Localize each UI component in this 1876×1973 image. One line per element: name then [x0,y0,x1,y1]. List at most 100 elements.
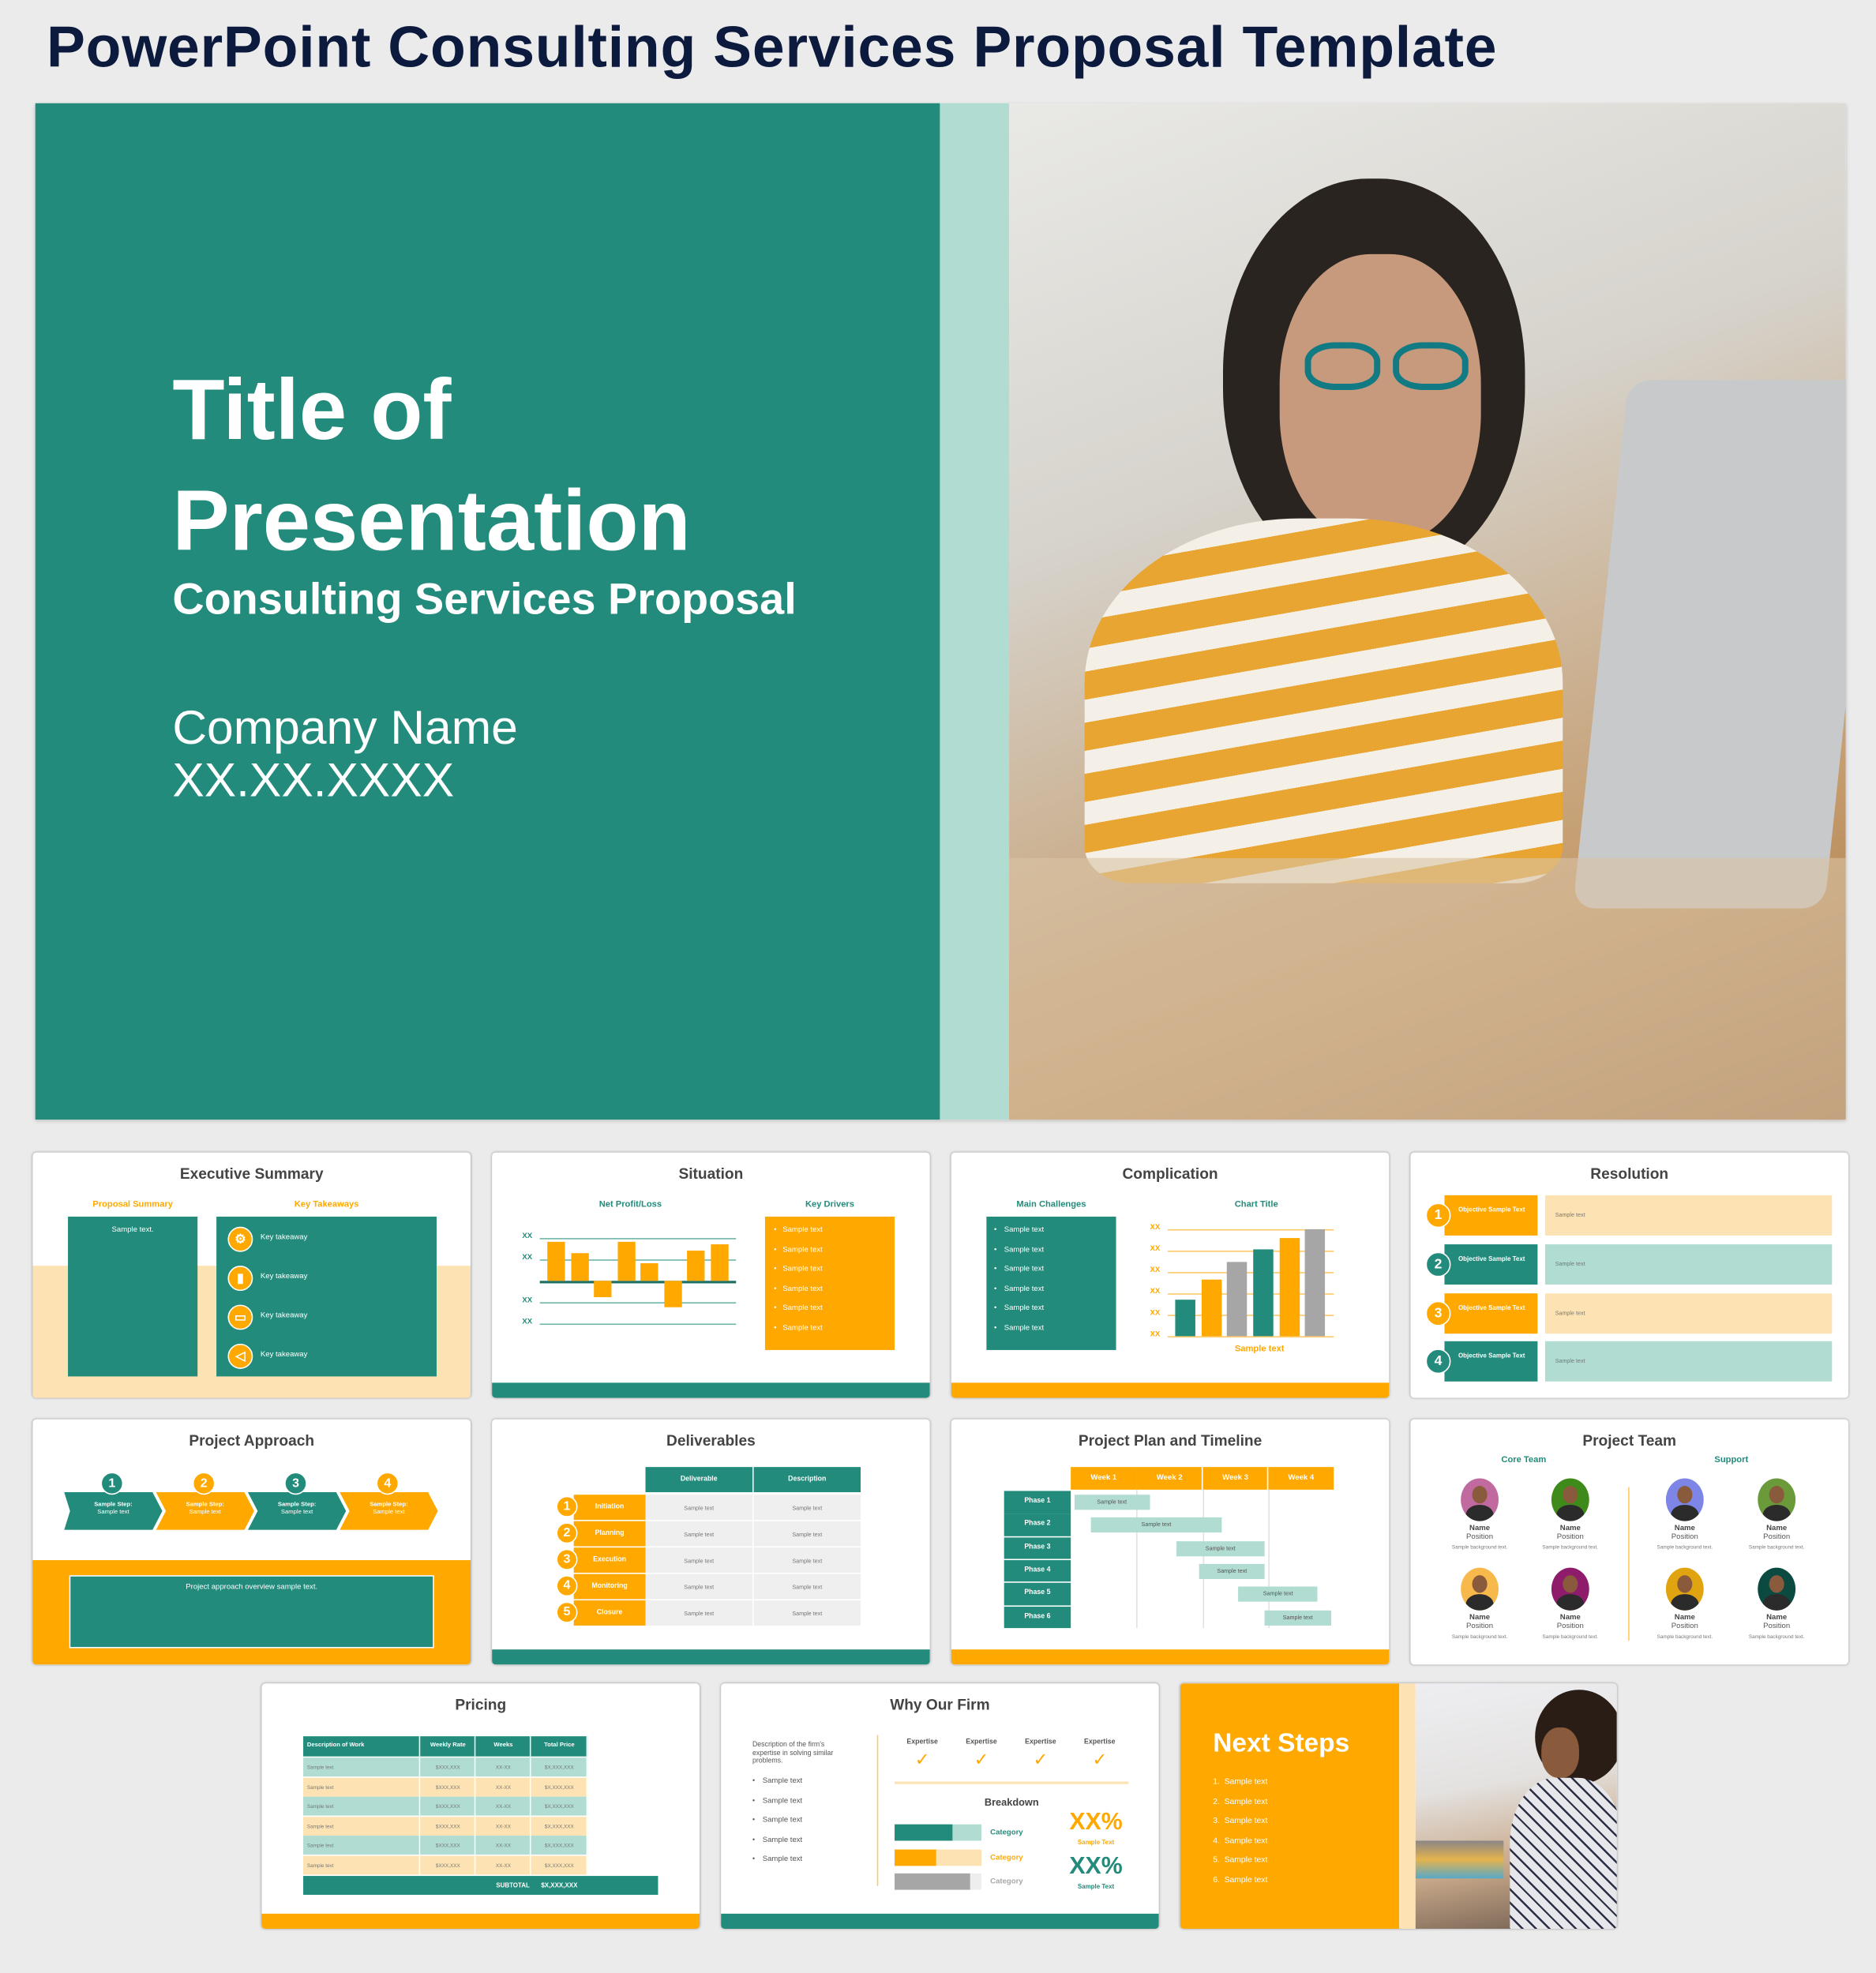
accent-band [1399,1683,1416,1929]
cell-text: Sample text [792,1504,823,1511]
proposal-text: Sample text. [111,1226,154,1235]
step-number: 3 [1425,1300,1451,1326]
cell-text: $XXX,XXX [435,1784,460,1791]
main-challenges-label: Main Challenges [1016,1200,1086,1210]
slide-thumb-project-team[interactable]: Project Team Core Team Name Position Sample … [1410,1419,1848,1665]
cell-text: Sample text [306,1862,334,1869]
person-silhouette [1563,1575,1578,1593]
slide-thumb-deliverables[interactable]: Deliverables Deliverable Description Initia… [492,1419,930,1665]
member-name: Name [1674,1614,1695,1622]
member-position: Position [1466,1622,1494,1631]
slide-title: Complication [1122,1165,1218,1183]
bullet: • [774,1246,777,1255]
member-bio: Sample background text. [1657,1544,1713,1551]
member-bio: Sample background text. [1542,1544,1599,1551]
cell-text: Sample text [792,1610,823,1617]
presentation-icon: ▭ [227,1304,253,1330]
avatar [1665,1567,1704,1611]
gridline [1167,1336,1334,1337]
bullet: • [752,1777,756,1786]
avatar [1461,1478,1499,1521]
phase-name: Phase 4 [1024,1566,1051,1574]
header-label: Description of Work [306,1742,365,1750]
cell-text: XX-XX [495,1784,512,1791]
avatar [1551,1567,1589,1611]
bullet-item: Sample text [762,1836,803,1844]
slide-thumb-next-steps[interactable]: Next Steps 1. Sample text 2. Sample text 3.… [1180,1683,1617,1929]
challenge-item: Sample text [1004,1266,1045,1274]
challenge-item: Sample text [1004,1305,1045,1313]
y-tick-label: XX [522,1318,533,1326]
accent-band [940,103,1010,1120]
slide-thumb-why-our-firm[interactable]: Why Our Firm Description of the firm's ex… [721,1683,1159,1929]
step-number: 4 [376,1472,400,1495]
member-name: Name [1469,1525,1491,1533]
cell-text: $X,XXX,XXX [544,1764,574,1771]
title-slide-preview[interactable]: Title of Presentation Consulting Services… [35,103,1846,1120]
week-label: Week 4 [1288,1474,1315,1483]
slide-title: Pricing [455,1696,507,1714]
bullet: • [993,1246,997,1255]
bullet: • [774,1226,777,1235]
member-position: Position [1466,1533,1494,1542]
objective-label: Objective Sample Text [1458,1303,1525,1312]
person-silhouette [1769,1575,1784,1593]
slide-thumb-complication[interactable]: Complication Main Challenges Chart Title • S… [951,1152,1390,1398]
presentation-title: Title of Presentation [172,362,691,569]
slide-thumb-project-approach[interactable]: Project Approach Sample Step: Sample text 1… [32,1419,471,1665]
member-name: Name [1469,1614,1491,1622]
member-name: Name [1766,1525,1788,1533]
slide-thumb-project-plan[interactable]: Project Plan and Timeline Week 1 Week 2 Wee… [951,1419,1390,1665]
slide-thumb-situation[interactable]: Situation Net Profit/Loss Key Drivers XX XX X… [492,1152,930,1398]
category-label: Category [990,1854,1023,1862]
slide-thumb-pricing[interactable]: Pricing Description of Work Weekly Rate Wee… [261,1683,700,1929]
overview-text: Project approach overview sample text. [186,1584,318,1592]
slide-thumb-executive-summary[interactable]: Executive Summary Proposal Summary Key Tak… [32,1152,471,1398]
next-step-item: 1. Sample text [1213,1777,1268,1787]
footer-bar [261,1913,700,1929]
cell-text: Sample text [684,1531,715,1538]
step-text: Sample text [373,1510,405,1517]
chart-bar [1227,1261,1248,1337]
step-number: 2 [192,1472,216,1495]
phase-name: Closure [596,1609,623,1617]
slide-thumb-resolution[interactable]: Resolution Objective Sample Text Sample te… [1410,1152,1848,1398]
objective-label-box [1444,1243,1538,1285]
step-number: 1 [100,1472,124,1495]
cell-text: XX-XX [495,1764,512,1771]
step-number: 2 [1425,1251,1451,1277]
next-step-item: 4. Sample text [1213,1836,1268,1846]
person-silhouette [1472,1575,1488,1593]
y-tick-label: XX [1150,1331,1161,1339]
header-label: Weekly Rate [430,1742,466,1750]
bullet: • [752,1797,756,1806]
driver-item: Sample text [782,1226,823,1235]
objective-label: Objective Sample Text [1458,1255,1525,1263]
key-drivers-label: Key Drivers [805,1200,854,1210]
member-bio: Sample background text. [1542,1633,1599,1640]
phase-name: Phase 5 [1024,1589,1051,1597]
cell-text: $X,XXX,XXX [544,1842,574,1849]
key-drivers-box: Sample text Sample text Sample text Sample … [764,1217,895,1350]
cell-text: XX-XX [495,1802,512,1810]
expertise-label: Expertise [906,1739,938,1746]
chart-title: Net Profit/Loss [598,1200,662,1210]
objective-text-box [1544,1243,1833,1285]
phase-name: Phase 1 [1024,1497,1051,1505]
cell-text: XX-XX [495,1842,512,1849]
next-steps-title: Next Steps [1213,1728,1350,1758]
woman-with-swatches-at-desk-photo [1415,1683,1617,1929]
cell-text: XX-XX [495,1822,512,1829]
y-tick-label: XX [1150,1288,1161,1296]
expertise-label: Expertise [1025,1739,1056,1746]
stat-value: XX% [1069,1809,1123,1836]
y-tick-label: XX [1150,1224,1161,1232]
person-silhouette [1465,1504,1494,1521]
member-bio: Sample background text. [1748,1544,1805,1551]
header-label: Total Price [544,1742,575,1750]
chart-caption: Sample text [1234,1345,1285,1354]
objective-label-box [1444,1341,1538,1382]
bullet: • [752,1836,756,1844]
check-icon: ✓ [1033,1749,1049,1769]
objective-text: Sample text [1555,1260,1585,1267]
